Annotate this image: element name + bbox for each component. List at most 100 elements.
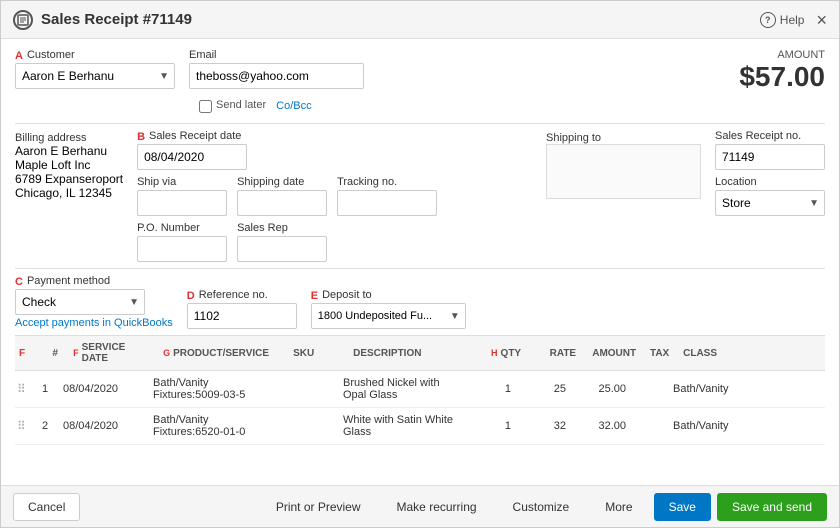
line-items-table: F # F SERVICE DATE G PRODUCT/SERVICE SKU… <box>15 335 825 445</box>
payment-method-arrow[interactable]: ▼ <box>124 297 144 308</box>
table-row: ⠿ 1 08/04/2020 Bath/Vanity Fixtures:5009… <box>15 371 825 408</box>
row1-tax <box>632 387 667 391</box>
payment-method-label: Payment method <box>27 275 110 287</box>
row1-description: Brushed Nickel with Opal Glass <box>337 375 467 403</box>
modal-header: Sales Receipt #71149 ? Help × <box>1 1 839 39</box>
drag-handle-1[interactable]: ⠿ <box>15 382 33 396</box>
reference-no-group: D Reference no. <box>187 289 297 329</box>
help-icon: ? <box>760 12 776 28</box>
row1-amount: 25.00 <box>572 381 632 397</box>
address-line-2: Maple Loft Inc <box>15 158 123 172</box>
billing-address-text: Aaron E Berhanu Maple Loft Inc 6789 Expa… <box>15 144 123 200</box>
save-button[interactable]: Save <box>654 493 711 521</box>
shipping-row: Ship via Shipping date Tracking no. <box>137 176 532 216</box>
customer-label: Customer <box>27 49 75 61</box>
footer-left: Cancel <box>13 493 80 521</box>
mid-fields-section: B Sales Receipt date Ship via Shipping d… <box>137 130 532 262</box>
send-label-row: Send later Co/Bcc <box>199 99 825 113</box>
billing-address-section: Billing address Aaron E Berhanu Maple Lo… <box>15 130 123 262</box>
modal-body: A Customer ▼ Email AMOUNT $57.00 <box>1 39 839 485</box>
payment-method-input[interactable] <box>16 291 124 313</box>
customer-email-row: A Customer ▼ Email <box>15 49 364 89</box>
customer-dropdown-arrow[interactable]: ▼ <box>154 71 174 82</box>
drag-handle-2[interactable]: ⠿ <box>15 419 33 433</box>
reference-no-label: Reference no. <box>199 289 268 301</box>
save-and-send-button[interactable]: Save and send <box>717 493 827 521</box>
amount-label: AMOUNT <box>739 49 825 61</box>
deposit-to-group: E Deposit to ▼ <box>311 289 466 329</box>
ship-via-input[interactable] <box>137 190 227 216</box>
col-drag-header <box>25 351 43 355</box>
section-a: A Customer ▼ Email AMOUNT $57.00 <box>15 49 825 93</box>
right-fields-section: Sales Receipt no. Location ▼ <box>715 130 825 262</box>
receipt-date-input[interactable] <box>137 144 247 170</box>
customize-button[interactable]: Customize <box>498 493 585 521</box>
annotation-e: E <box>311 290 318 302</box>
annotation-h: H <box>491 348 498 358</box>
po-salesrep-row: P.O. Number Sales Rep <box>137 222 532 262</box>
row2-num: 2 <box>33 418 57 434</box>
table-header: F # F SERVICE DATE G PRODUCT/SERVICE SKU… <box>15 335 825 371</box>
location-label: Location <box>715 176 825 188</box>
modal-title: Sales Receipt #71149 <box>41 11 192 28</box>
help-button[interactable]: ? Help <box>760 12 805 28</box>
row2-qty: 1 <box>467 418 517 434</box>
email-field-group: Email <box>189 49 364 89</box>
location-dropdown-arrow[interactable]: ▼ <box>804 198 824 209</box>
make-recurring-button[interactable]: Make recurring <box>382 493 492 521</box>
row1-sku <box>277 387 337 391</box>
po-number-input[interactable] <box>137 236 227 262</box>
col-num-header: # <box>43 346 67 361</box>
shipping-date-input[interactable] <box>237 190 327 216</box>
location-input[interactable] <box>716 192 804 214</box>
modal-footer: Cancel Print or Preview Make recurring C… <box>1 485 839 527</box>
col-service-date-header: F SERVICE DATE <box>67 340 157 366</box>
receipt-date-group: B Sales Receipt date <box>137 130 532 170</box>
tracking-no-group: Tracking no. <box>337 176 437 216</box>
table-row: ⠿ 2 08/04/2020 Bath/Vanity Fixtures:6520… <box>15 408 825 445</box>
close-button[interactable]: × <box>816 11 827 29</box>
col-product-header: G PRODUCT/SERVICE <box>157 346 287 361</box>
billing-address-label: Billing address <box>15 132 87 144</box>
section-b-row: Billing address Aaron E Berhanu Maple Lo… <box>15 130 825 262</box>
row1-service-date: 08/04/2020 <box>57 381 147 397</box>
cancel-button[interactable]: Cancel <box>13 493 80 521</box>
print-preview-button[interactable]: Print or Preview <box>261 493 376 521</box>
receipt-no-input[interactable] <box>715 144 825 170</box>
address-line-3: 6789 Expanseroport <box>15 172 123 186</box>
row1-qty: 1 <box>467 381 517 397</box>
cobcc-link[interactable]: Co/Bcc <box>276 100 311 112</box>
receipt-date-label: Sales Receipt date <box>149 130 241 142</box>
col-qty-header: H QTY <box>477 346 527 361</box>
deposit-to-arrow[interactable]: ▼ <box>445 311 465 322</box>
sales-receipt-modal: Sales Receipt #71149 ? Help × A Customer <box>0 0 840 528</box>
customer-input[interactable] <box>16 65 154 87</box>
email-input[interactable] <box>189 63 364 89</box>
address-line-1: Aaron E Berhanu <box>15 144 123 158</box>
receipt-no-label: Sales Receipt no. <box>715 130 825 142</box>
col-rate-header: RATE <box>527 346 582 361</box>
annotation-b: B <box>137 131 145 143</box>
address-line-4: Chicago, IL 12345 <box>15 186 123 200</box>
location-dropdown[interactable]: ▼ <box>715 190 825 216</box>
sales-rep-input[interactable] <box>237 236 327 262</box>
deposit-to-label: Deposit to <box>322 289 372 301</box>
tracking-no-input[interactable] <box>337 190 437 216</box>
reference-no-input[interactable] <box>187 303 297 329</box>
amount-section: AMOUNT $57.00 <box>739 49 825 93</box>
more-button[interactable]: More <box>590 493 647 521</box>
shipping-to-box[interactable] <box>546 144 701 199</box>
customer-field-group: A Customer ▼ <box>15 49 175 89</box>
row2-amount: 32.00 <box>572 418 632 434</box>
annotation-g: G <box>163 348 170 358</box>
section-divider-2 <box>15 268 825 269</box>
payment-method-dropdown[interactable]: ▼ <box>15 289 145 315</box>
annotation-c: C <box>15 276 23 288</box>
deposit-to-dropdown[interactable]: ▼ <box>311 303 466 329</box>
deposit-to-input[interactable] <box>312 306 445 326</box>
send-label-checkbox[interactable] <box>199 100 212 113</box>
accept-payments-link[interactable]: Accept payments in QuickBooks <box>15 317 173 329</box>
customer-dropdown[interactable]: ▼ <box>15 63 175 89</box>
tracking-no-label: Tracking no. <box>337 176 437 188</box>
shipping-to-section: Shipping to <box>546 130 701 262</box>
